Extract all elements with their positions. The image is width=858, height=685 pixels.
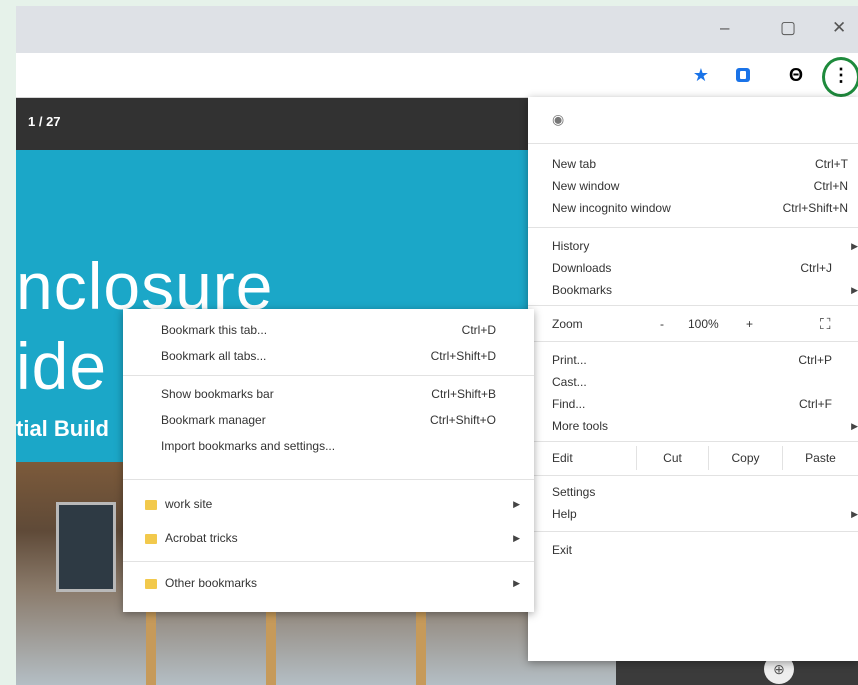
- title-bar: – ▢ ✕: [16, 6, 858, 53]
- highlight-circle: [822, 57, 858, 97]
- zoom-row: Zoom - 100% + ⛶: [528, 309, 858, 339]
- chevron-right-icon: ▶: [513, 498, 520, 509]
- menu-label: Find...: [552, 397, 586, 411]
- folder-name: work site: [165, 497, 213, 511]
- menu-label: Show bookmarks bar: [161, 387, 274, 401]
- menu-label: History: [552, 239, 590, 253]
- menu-shortcut: Ctrl+Shift+D: [430, 349, 496, 363]
- paste-button[interactable]: Paste: [782, 446, 858, 470]
- menu-item-bookmark-all-tabs[interactable]: Bookmark all tabs... Ctrl+Shift+D: [123, 345, 534, 367]
- folder-label: Other bookmarks: [145, 576, 257, 590]
- chevron-right-icon: ▶: [513, 532, 520, 543]
- menu-item-downloads[interactable]: Downloads Ctrl+J: [528, 257, 858, 279]
- menu-shortcut: Ctrl+Shift+B: [431, 387, 496, 401]
- maximize-icon[interactable]: ▢: [780, 18, 796, 38]
- edit-label: Edit: [552, 451, 573, 465]
- menu-shortcut: Ctrl+P: [798, 353, 832, 367]
- menu-item-import-bookmarks[interactable]: Import bookmarks and settings...: [123, 435, 534, 457]
- star-icon[interactable]: ★: [689, 63, 713, 87]
- menu-shortcut: Ctrl+T: [815, 157, 848, 171]
- menu-label: New window: [552, 179, 620, 193]
- menu-item-new-incognito[interactable]: New incognito window Ctrl+Shift+N: [528, 197, 858, 219]
- bookmarks-submenu: Bookmark this tab... Ctrl+D Bookmark all…: [123, 309, 534, 612]
- bookmark-folder-other[interactable]: Other bookmarks ▶: [123, 572, 534, 594]
- menu-label: More tools: [552, 419, 609, 433]
- browser-window: – ▢ ✕ ★ Θ ⋮ 1 / 27 nclosure ide tial Bui…: [16, 6, 858, 685]
- close-icon[interactable]: ✕: [832, 18, 846, 38]
- bookmark-folder-work-site[interactable]: work site ▶: [123, 493, 534, 515]
- zoom-value: 100%: [688, 317, 719, 331]
- menu-label: Print...: [552, 353, 587, 367]
- menu-label: Bookmark this tab...: [161, 323, 268, 337]
- menu-item-exit[interactable]: Exit: [528, 539, 858, 561]
- menu-item-help[interactable]: Help ▶: [528, 503, 858, 525]
- menu-label: New tab: [552, 157, 597, 171]
- menu-label: Bookmark manager: [161, 413, 266, 427]
- chevron-right-icon: ▶: [851, 420, 858, 431]
- menu-label: Settings: [552, 485, 596, 499]
- menu-shortcut: Ctrl+Shift+N: [782, 201, 848, 215]
- menu-shortcut: Ctrl+N: [813, 179, 848, 193]
- menu-label: Bookmark all tabs...: [161, 349, 267, 363]
- menu-item-bookmark-manager[interactable]: Bookmark manager Ctrl+Shift+O: [123, 409, 534, 431]
- incognito-icon: ◉: [552, 111, 565, 127]
- folder-label: Acrobat tricks: [145, 531, 238, 545]
- folder-icon: [145, 499, 157, 510]
- menu-label: Import bookmarks and settings...: [161, 439, 336, 453]
- menu-shortcut: Ctrl+D: [461, 323, 496, 337]
- edit-row: Edit Cut Copy Paste: [528, 443, 858, 473]
- menu-shortcut: Ctrl+F: [799, 397, 832, 411]
- folder-name: Other bookmarks: [165, 576, 258, 590]
- menu-item-settings[interactable]: Settings: [528, 481, 858, 503]
- chevron-right-icon: ▶: [851, 508, 858, 519]
- cover-subtitle: tial Build: [16, 416, 109, 441]
- bookmark-folder-acrobat-tricks[interactable]: Acrobat tricks ▶: [123, 527, 534, 549]
- menu-item-history[interactable]: History ▶: [528, 235, 858, 257]
- account-icon[interactable]: Θ: [784, 63, 808, 87]
- page-counter: 1 / 27: [28, 114, 61, 129]
- fullscreen-icon[interactable]: ⛶: [820, 316, 831, 333]
- menu-label: Bookmarks: [552, 283, 613, 297]
- menu-item-new-window[interactable]: New window Ctrl+N: [528, 175, 858, 197]
- address-bar: ★ Θ ⋮: [16, 53, 858, 98]
- zoom-out-button[interactable]: -: [660, 317, 664, 331]
- folder-icon: [145, 578, 157, 589]
- chevron-right-icon: ▶: [851, 284, 858, 295]
- chevron-right-icon: ▶: [513, 577, 520, 588]
- cover-title-line2: ide: [16, 329, 108, 403]
- menu-item-new-tab[interactable]: New tab Ctrl+T: [528, 153, 858, 175]
- menu-label: Cast...: [552, 375, 587, 389]
- cut-button[interactable]: Cut: [636, 446, 708, 470]
- chrome-menu: ◉ New tab Ctrl+T New window Ctrl+N New i…: [528, 97, 858, 661]
- menu-item-cast[interactable]: Cast...: [528, 371, 858, 393]
- copy-button[interactable]: Copy: [708, 446, 782, 470]
- menu-item-bookmarks[interactable]: Bookmarks ▶: [528, 279, 858, 301]
- menu-item-find[interactable]: Find... Ctrl+F: [528, 393, 858, 415]
- folder-label: work site: [145, 497, 212, 511]
- menu-item-bookmark-tab[interactable]: Bookmark this tab... Ctrl+D: [123, 319, 534, 341]
- folder-icon: [145, 533, 157, 544]
- menu-label: Exit: [552, 543, 573, 557]
- menu-item-show-bookmarks-bar[interactable]: Show bookmarks bar Ctrl+Shift+B: [123, 383, 534, 405]
- menu-label: Downloads: [552, 261, 612, 275]
- folder-name: Acrobat tricks: [165, 531, 238, 545]
- menu-label: Help: [552, 507, 577, 521]
- chevron-right-icon: ▶: [851, 240, 858, 251]
- menu-label: New incognito window: [552, 201, 671, 215]
- menu-shortcut: Ctrl+Shift+O: [429, 413, 496, 427]
- zoom-in-button[interactable]: +: [746, 317, 753, 331]
- menu-shortcut: Ctrl+J: [800, 261, 832, 275]
- shield-extension-icon[interactable]: [731, 63, 755, 87]
- menu-item-more-tools[interactable]: More tools ▶: [528, 415, 858, 437]
- zoom-label: Zoom: [552, 317, 583, 331]
- menu-item-print[interactable]: Print... Ctrl+P: [528, 349, 858, 371]
- minimize-icon[interactable]: –: [720, 18, 729, 38]
